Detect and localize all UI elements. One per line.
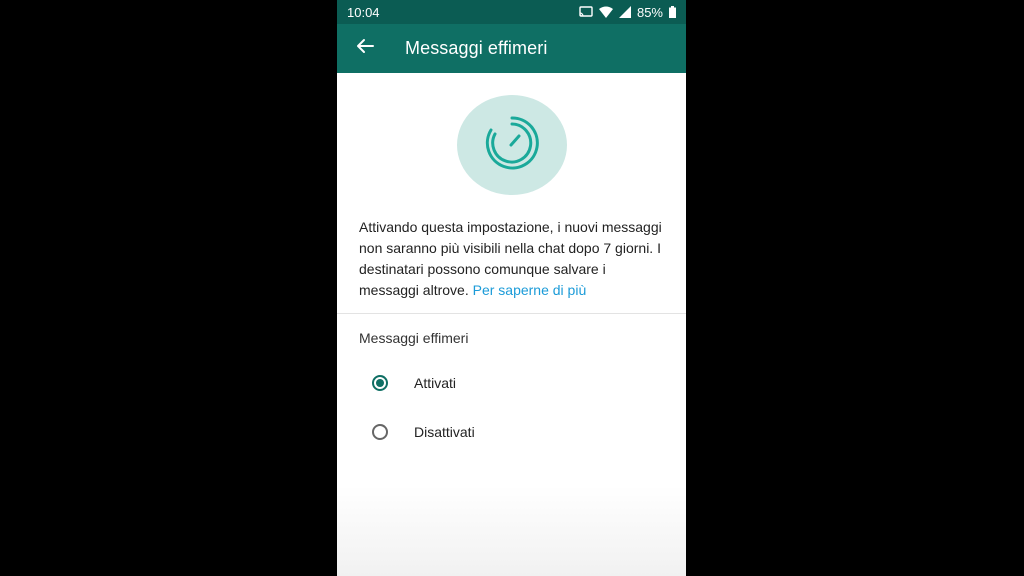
option-label-attivati: Attivati (414, 374, 457, 391)
status-time: 10:04 (347, 4, 380, 20)
status-bar: 10:04 85% (337, 0, 686, 24)
option-disattivati[interactable]: Disattivati (337, 409, 686, 454)
wifi-icon (598, 6, 613, 18)
page-title: Messaggi effimeri (405, 38, 548, 58)
cast-icon (579, 6, 593, 18)
settings-content: Attivando questa impostazione, i nuovi m… (337, 73, 686, 576)
battery-icon (669, 6, 676, 18)
back-button[interactable] (353, 37, 377, 61)
illustration-container (337, 73, 686, 195)
option-label-disattivati: Disattivati (414, 423, 475, 440)
arrow-left-icon (356, 38, 374, 59)
learn-more-link[interactable]: Per saperne di più (473, 282, 587, 298)
option-attivati[interactable]: Attivati (337, 360, 686, 405)
status-icons: 85% (579, 5, 676, 20)
divider (337, 313, 686, 314)
radio-disattivati[interactable] (372, 423, 388, 440)
disappearing-timer-icon (481, 112, 543, 179)
app-bar: Messaggi effimeri (337, 24, 686, 73)
radio-attivati[interactable] (372, 374, 388, 391)
phone-screen: 10:04 85% Messaggi effimeri Attivando qu… (337, 0, 686, 576)
battery-percent: 85% (636, 4, 663, 20)
illustration (456, 95, 567, 195)
setting-label: Messaggi effimeri (359, 330, 469, 346)
signal-icon (618, 6, 631, 18)
bottom-background (337, 486, 686, 576)
description: Attivando questa impostazione, i nuovi m… (359, 217, 664, 301)
